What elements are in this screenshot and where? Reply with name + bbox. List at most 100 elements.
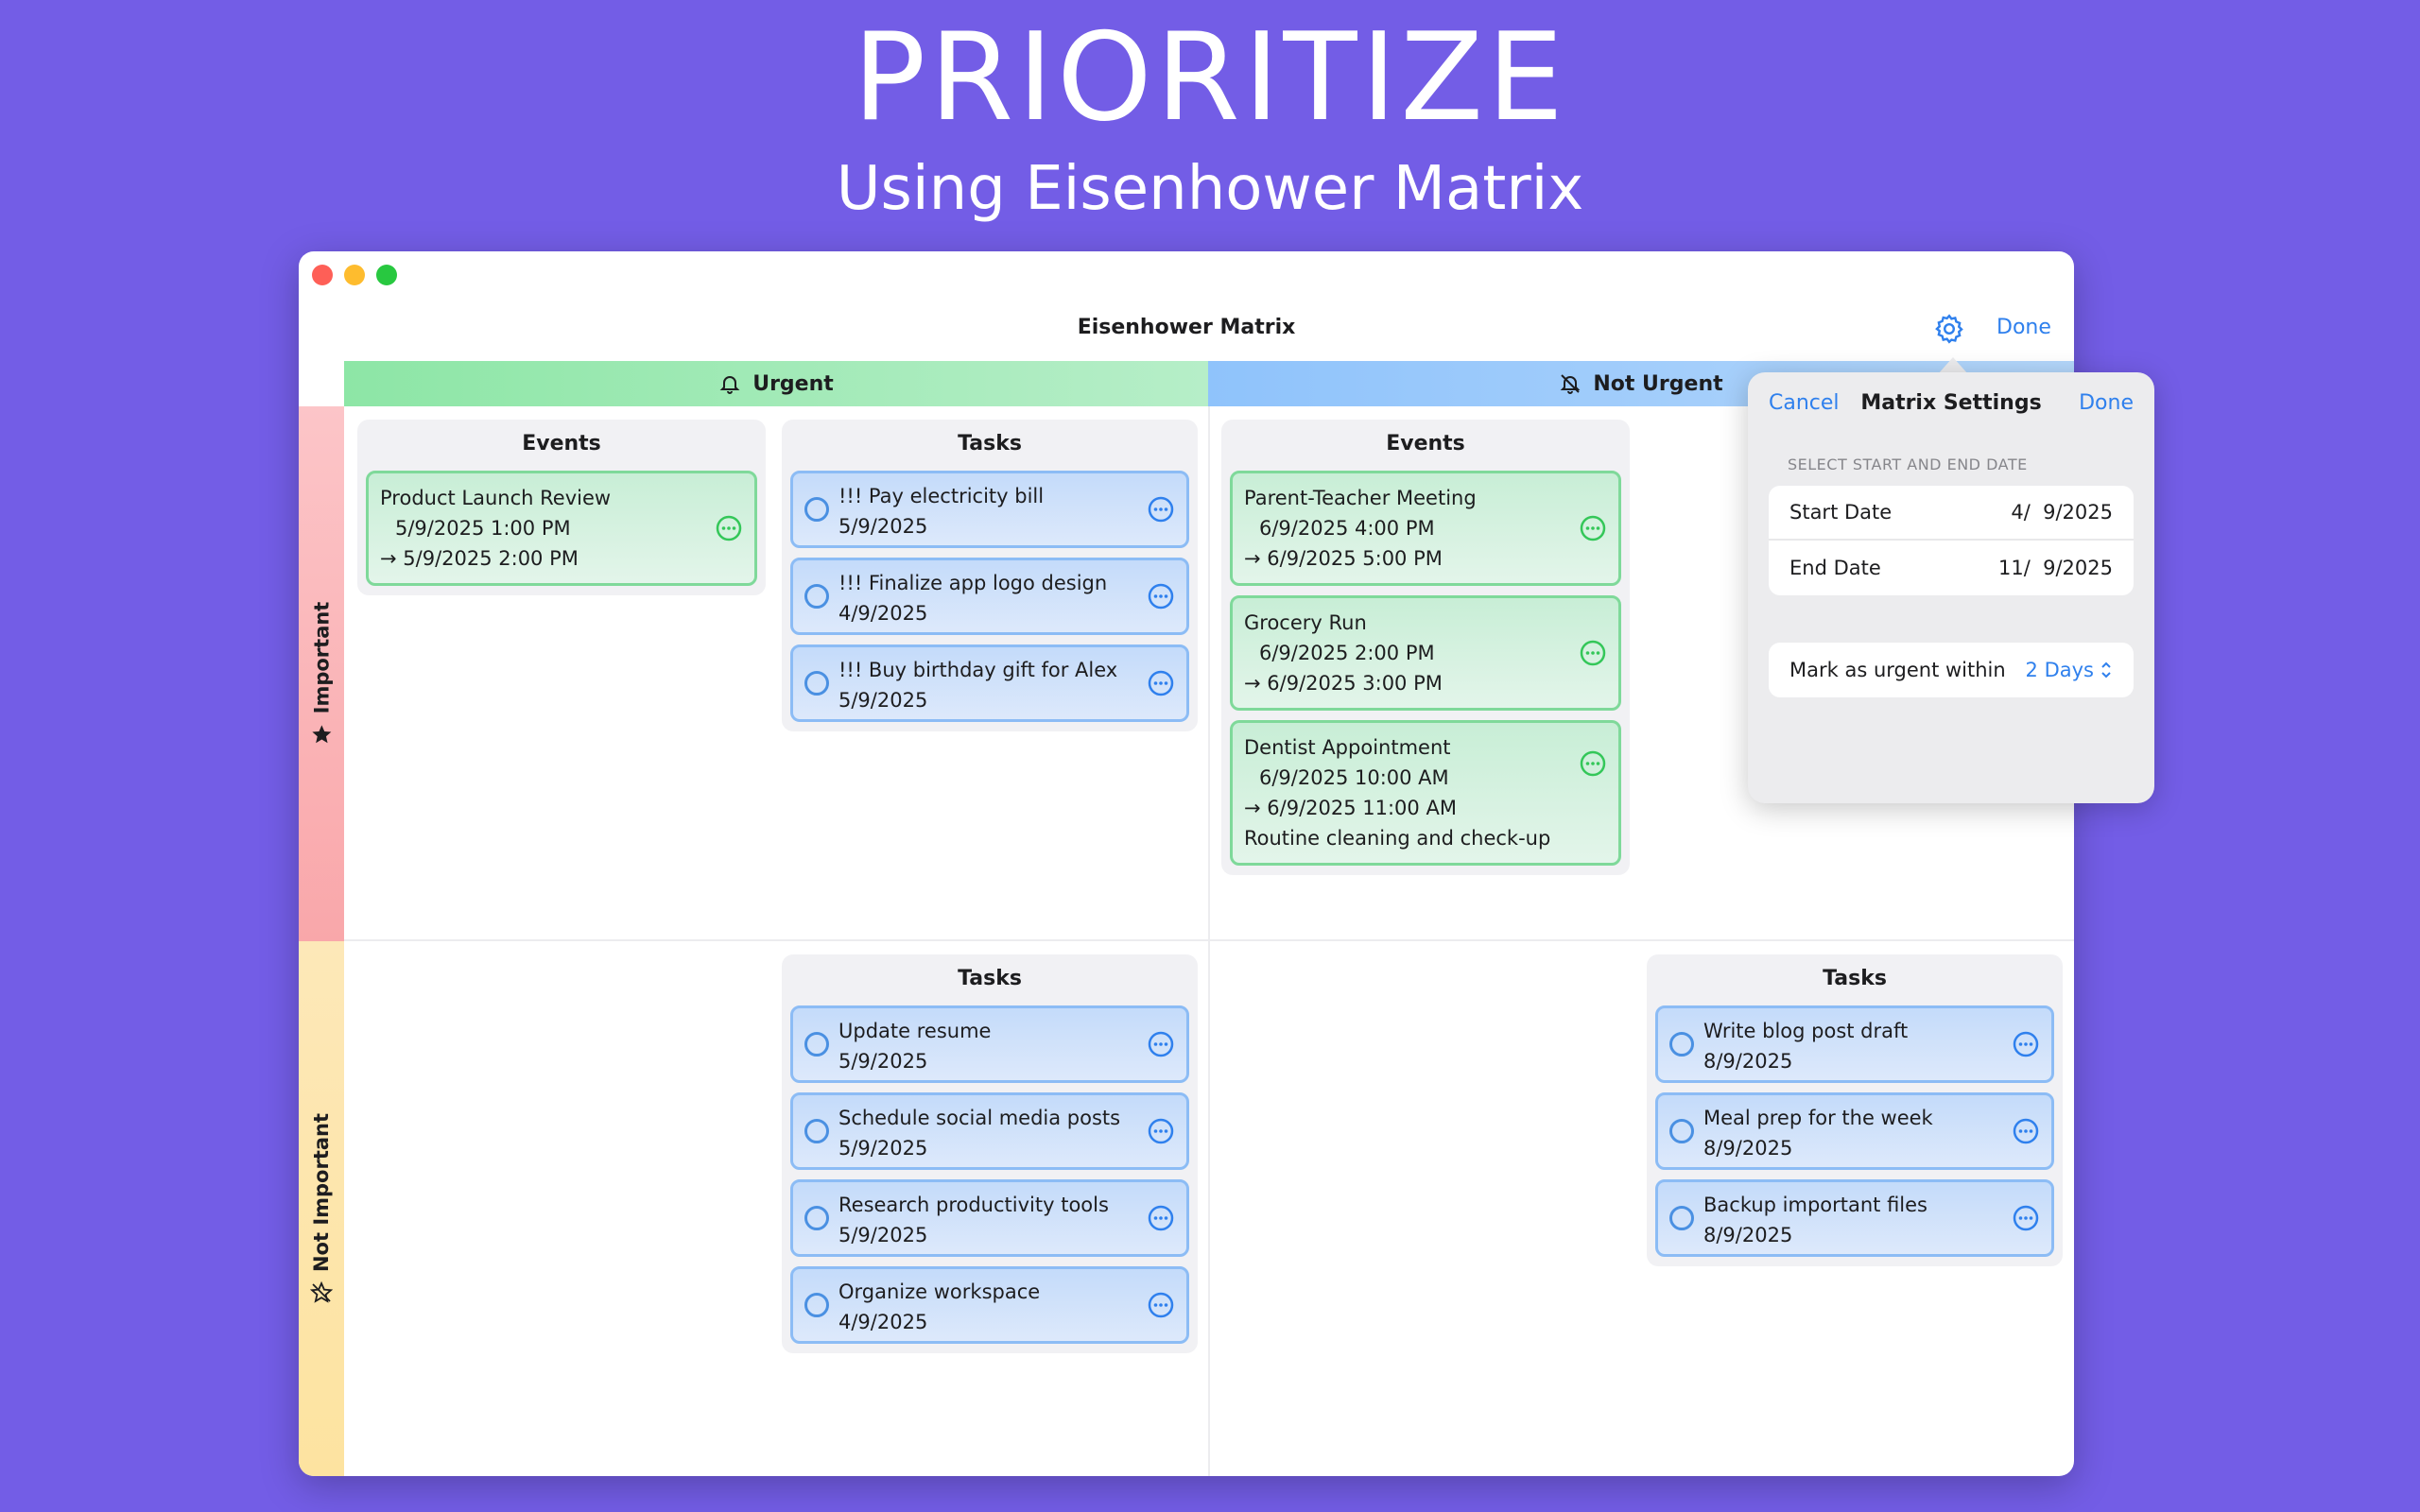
group-title: Events (1386, 432, 1465, 455)
task-checkbox[interactable] (804, 1293, 829, 1317)
events-group-important-urgent: Events Product Launch Review 5/9/2025 1:… (357, 420, 766, 595)
urgent-within-select[interactable]: 2 Days (2026, 659, 2113, 681)
more-options-icon[interactable] (1147, 1117, 1175, 1145)
task-title: !!! Finalize app logo design (838, 572, 1108, 594)
event-note: Routine cleaning and check-up (1244, 827, 1551, 850)
group-title: Events (522, 432, 601, 455)
tasks-group-important-urgent: Tasks !!! Pay electricity bill 5/9/2025 … (782, 420, 1198, 731)
done-button[interactable]: Done (1996, 314, 2051, 342)
start-date-picker[interactable]: 4/ 9/2025 (2011, 501, 2113, 524)
task-card[interactable]: !!! Pay electricity bill 5/9/2025 (790, 471, 1189, 548)
task-checkbox[interactable] (804, 671, 829, 696)
start-date-label: Start Date (1789, 501, 1893, 524)
task-card[interactable]: !!! Finalize app logo design 4/9/2025 (790, 558, 1189, 635)
event-end: → 6/9/2025 3:00 PM (1244, 672, 1443, 695)
urgent-within-row[interactable]: Mark as urgent within 2 Days (1769, 643, 2134, 697)
event-title: Product Launch Review (380, 487, 612, 509)
date-range-group: Start Date 4/ 9/2025 End Date 11/ 9/2025 (1769, 486, 2134, 595)
star-icon (312, 725, 331, 744)
bell-icon (719, 376, 740, 394)
row-header-important: Important (299, 406, 344, 941)
event-card[interactable]: Parent-Teacher Meeting 6/9/2025 4:00 PM … (1230, 471, 1621, 586)
event-end: → 5/9/2025 2:00 PM (380, 547, 579, 570)
task-title: Meal prep for the week (1703, 1107, 1933, 1129)
task-date: 5/9/2025 (838, 515, 928, 538)
task-date: 8/9/2025 (1703, 1050, 1793, 1073)
task-checkbox[interactable] (804, 497, 829, 522)
more-options-icon[interactable] (2012, 1204, 2040, 1232)
task-card[interactable]: Research productivity tools 5/9/2025 (790, 1179, 1189, 1257)
task-date: 5/9/2025 (838, 1050, 928, 1073)
settings-done-button[interactable]: Done (2079, 389, 2134, 418)
end-date-picker[interactable]: 11/ 9/2025 (1998, 557, 2113, 579)
task-checkbox[interactable] (804, 1032, 829, 1057)
vertical-divider (1208, 406, 1210, 1476)
gear-icon[interactable] (1932, 312, 1966, 346)
task-title: Research productivity tools (838, 1194, 1109, 1216)
matrix-settings-popover: Matrix Settings Cancel Done SELECT START… (1748, 372, 2154, 803)
task-title: Backup important files (1703, 1194, 1927, 1216)
task-card[interactable]: Meal prep for the week 8/9/2025 (1655, 1092, 2054, 1170)
task-checkbox[interactable] (804, 1206, 829, 1230)
task-checkbox[interactable] (804, 1119, 829, 1143)
more-options-icon[interactable] (2012, 1117, 2040, 1145)
more-options-icon[interactable] (2012, 1030, 2040, 1058)
more-options-icon[interactable] (1579, 514, 1607, 542)
event-start: 6/9/2025 4:00 PM (1259, 517, 1435, 540)
event-start: 6/9/2025 2:00 PM (1259, 642, 1435, 664)
more-options-icon[interactable] (1579, 639, 1607, 667)
task-card[interactable]: Schedule social media posts 5/9/2025 (790, 1092, 1189, 1170)
zoom-window-button[interactable] (376, 265, 397, 285)
event-card[interactable]: Dentist Appointment 6/9/2025 10:00 AM → … (1230, 720, 1621, 866)
event-card[interactable]: Grocery Run 6/9/2025 2:00 PM → 6/9/2025 … (1230, 595, 1621, 711)
task-date: 8/9/2025 (1703, 1137, 1793, 1160)
task-checkbox[interactable] (804, 584, 829, 609)
row-label-not-important: Not Important (310, 1112, 333, 1273)
cancel-button[interactable]: Cancel (1769, 389, 1840, 418)
more-options-icon[interactable] (715, 514, 743, 542)
more-options-icon[interactable] (1579, 749, 1607, 778)
section-header: SELECT START AND END DATE (1788, 455, 2028, 473)
task-title: Update resume (838, 1020, 992, 1042)
task-card[interactable]: Organize workspace 4/9/2025 (790, 1266, 1189, 1344)
task-date: 8/9/2025 (1703, 1224, 1793, 1246)
event-title: Grocery Run (1244, 611, 1367, 634)
more-options-icon[interactable] (1147, 582, 1175, 610)
urgent-within-value: 2 Days (2025, 659, 2094, 681)
more-options-icon[interactable] (1147, 1030, 1175, 1058)
task-checkbox[interactable] (1669, 1119, 1694, 1143)
end-date-label: End Date (1789, 557, 1881, 579)
more-options-icon[interactable] (1147, 1204, 1175, 1232)
task-card[interactable]: !!! Buy birthday gift for Alex 5/9/2025 (790, 644, 1189, 722)
task-card[interactable]: Backup important files 8/9/2025 (1655, 1179, 2054, 1257)
end-date-row[interactable]: End Date 11/ 9/2025 (1769, 541, 2134, 595)
event-start: 5/9/2025 1:00 PM (395, 517, 571, 540)
chevron-up-down-icon (2101, 662, 2111, 679)
more-options-icon[interactable] (1147, 495, 1175, 524)
task-card[interactable]: Update resume 5/9/2025 (790, 1005, 1189, 1083)
more-options-icon[interactable] (1147, 1291, 1175, 1319)
start-date-row[interactable]: Start Date 4/ 9/2025 (1769, 486, 2134, 541)
close-window-button[interactable] (312, 265, 333, 285)
group-title: Tasks (1823, 967, 1887, 990)
task-checkbox[interactable] (1669, 1032, 1694, 1057)
bell-slash-icon (1560, 374, 1581, 394)
more-options-icon[interactable] (1147, 669, 1175, 697)
task-title: !!! Buy birthday gift for Alex (838, 659, 1118, 681)
event-title: Dentist Appointment (1244, 736, 1451, 759)
column-header-urgent: Urgent (344, 361, 1208, 406)
event-start: 6/9/2025 10:00 AM (1259, 766, 1449, 789)
task-date: 4/9/2025 (838, 602, 928, 625)
task-card[interactable]: Write blog post draft 8/9/2025 (1655, 1005, 2054, 1083)
task-checkbox[interactable] (1669, 1206, 1694, 1230)
events-group-important-not-urgent: Events Parent-Teacher Meeting 6/9/2025 4… (1221, 420, 1630, 875)
event-end: → 6/9/2025 5:00 PM (1244, 547, 1443, 570)
task-title: Organize workspace (838, 1280, 1041, 1303)
minimize-window-button[interactable] (344, 265, 365, 285)
hero-title: PRIORITIZE (853, 8, 1567, 148)
hero-subtitle: Using Eisenhower Matrix (836, 154, 1584, 224)
group-title: Tasks (958, 432, 1022, 455)
event-title: Parent-Teacher Meeting (1244, 487, 1477, 509)
task-date: 5/9/2025 (838, 1137, 928, 1160)
event-card[interactable]: Product Launch Review 5/9/2025 1:00 PM →… (366, 471, 757, 586)
